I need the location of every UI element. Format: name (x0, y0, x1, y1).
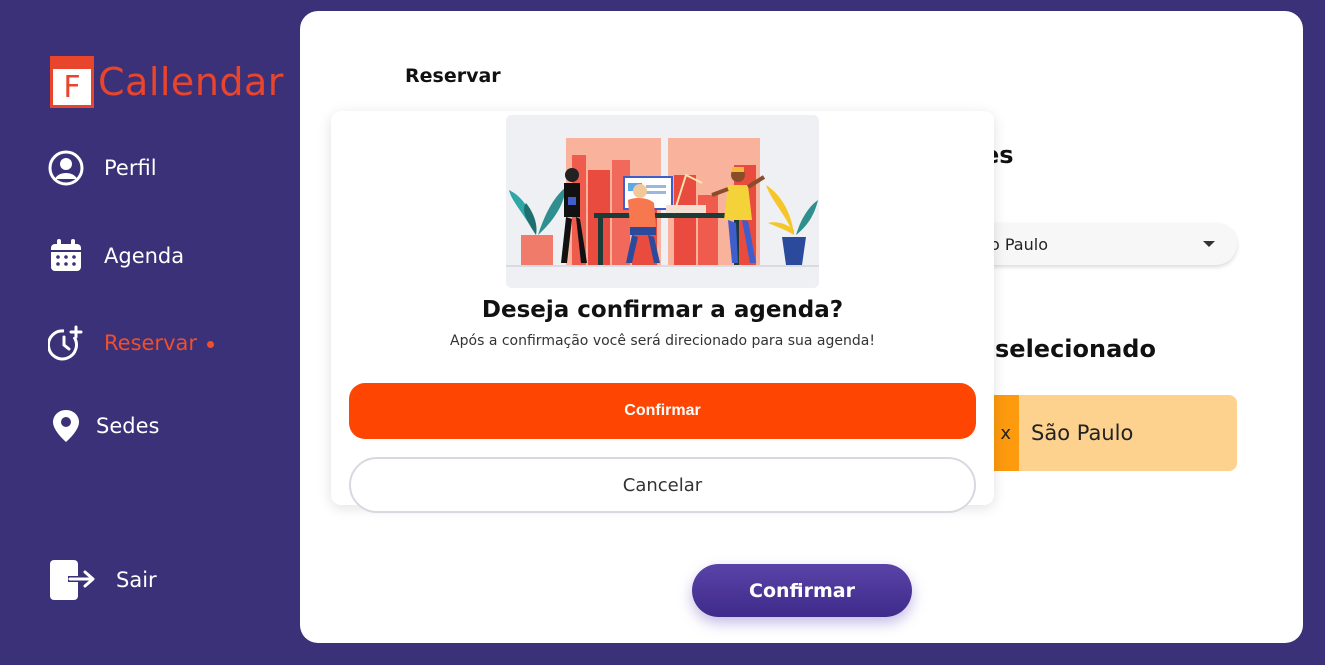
logo-letter: F (53, 69, 91, 105)
sidebar-item-reservar[interactable]: Reservar (48, 325, 214, 361)
sidebar-item-label: Perfil (104, 156, 157, 180)
page-title: Reservar (405, 65, 501, 87)
office-illustration (506, 115, 819, 288)
logout-button[interactable]: Sair (48, 558, 157, 602)
selected-heading: selecionado (995, 335, 1156, 363)
logout-label: Sair (116, 568, 157, 592)
modal-title: Deseja confirmar a agenda? (481, 297, 844, 323)
sidebar-item-label: Reservar (104, 331, 214, 355)
brand-name: Callendar (98, 60, 284, 104)
map-pin-icon (48, 408, 84, 444)
chevron-down-icon (1203, 241, 1215, 247)
modal-cancel-button[interactable]: Cancelar (349, 457, 976, 513)
sidebar-item-sedes[interactable]: Sedes (48, 408, 159, 444)
sede-card-name: São Paulo (1031, 421, 1134, 445)
modal-subtitle: Após a confirmação você será direcionado… (450, 333, 875, 349)
sidebar-item-label: Sedes (96, 414, 160, 438)
calendar-icon (48, 238, 84, 274)
sidebar-item-agenda[interactable]: Agenda (48, 238, 184, 274)
active-indicator-dot (207, 340, 214, 348)
brand-logo: F Callendar (50, 56, 284, 108)
logout-icon (48, 558, 98, 602)
sidebar-item-perfil[interactable]: Perfil (48, 150, 157, 186)
logo-icon: F (50, 56, 94, 108)
sidebar-item-label: Agenda (104, 244, 185, 268)
modal-confirm-button[interactable]: Confirmar (349, 383, 976, 439)
confirm-modal: Deseja confirmar a agenda? Após a confir… (331, 111, 994, 513)
confirm-button[interactable]: Confirmar (692, 564, 912, 617)
user-circle-icon (48, 150, 84, 186)
clock-plus-icon (48, 325, 84, 361)
